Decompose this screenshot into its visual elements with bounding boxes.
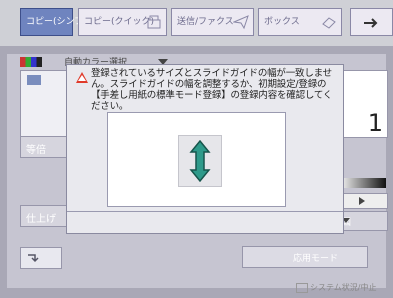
magnification-button[interactable]: 等倍 bbox=[20, 136, 70, 158]
copy-count-panel: 1 bbox=[338, 70, 388, 138]
color-mode-icon bbox=[20, 57, 42, 67]
density-increase-button[interactable] bbox=[338, 193, 388, 209]
slide-guide-illustration bbox=[107, 112, 286, 207]
document-icon bbox=[27, 75, 41, 85]
copy-count: 1 bbox=[367, 109, 383, 137]
copier-icon bbox=[147, 15, 161, 29]
next-arrow-button[interactable] bbox=[350, 8, 393, 36]
interrupt-icon bbox=[28, 254, 39, 263]
duplex-select[interactable]: 図 bbox=[338, 211, 388, 231]
tab-send-fax-label: 送信/ファクス bbox=[177, 17, 234, 27]
tab-send-fax[interactable]: 送信/ファクス bbox=[171, 8, 254, 36]
finishing-label: 仕上げ bbox=[26, 214, 56, 225]
arrow-right-icon bbox=[359, 197, 365, 205]
status-icon bbox=[296, 282, 308, 293]
send-icon bbox=[233, 15, 249, 30]
original-settings-panel bbox=[20, 70, 72, 138]
tab-box-label: ボックス bbox=[264, 17, 300, 27]
box-icon bbox=[322, 17, 336, 29]
special-mode-label: 応用モード bbox=[293, 254, 339, 264]
tab-box[interactable]: ボックス bbox=[258, 8, 342, 36]
system-status-button[interactable]: システム状況/中止 bbox=[296, 282, 393, 298]
double-arrow-icon bbox=[189, 140, 211, 182]
special-mode-button[interactable]: 応用モード bbox=[242, 246, 368, 268]
tab-copy-quick-label: コピー(クイック) bbox=[84, 17, 155, 27]
tab-copy-simple[interactable]: コピー(シンプル) bbox=[20, 8, 96, 36]
top-tab-bar: コピー(シンプル) コピー(クイック) 送信/ファクス ボックス bbox=[0, 0, 393, 46]
warning-message: 登録されているサイズとスライドガイドの幅が一致しません。スライドガイドの幅を調整… bbox=[91, 68, 333, 112]
warning-icon bbox=[76, 72, 88, 83]
warning-dialog: 登録されているサイズとスライドガイドの幅が一致しません。スライドガイドの幅を調整… bbox=[66, 64, 344, 234]
finishing-button[interactable]: 仕上げ bbox=[20, 205, 70, 227]
interrupt-button[interactable] bbox=[20, 247, 62, 269]
tab-copy-quick[interactable]: コピー(クイック) bbox=[78, 8, 167, 36]
arrow-right-icon bbox=[364, 18, 378, 28]
system-status-label: システム状況/中止 bbox=[310, 283, 377, 292]
dialog-divider bbox=[67, 211, 343, 212]
density-bar bbox=[338, 178, 386, 188]
magnification-label: 等倍 bbox=[26, 145, 46, 156]
